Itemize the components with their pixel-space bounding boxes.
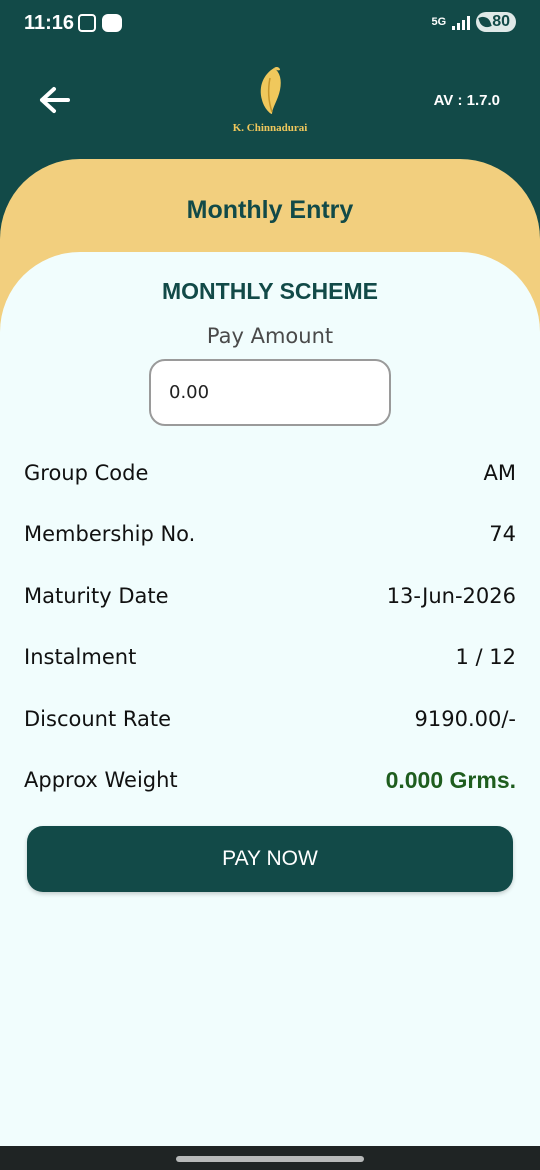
approx-weight-value: 0.000 Grms. [385, 766, 516, 793]
app-version: AV : 1.7.0 [433, 92, 500, 109]
pay-now-button[interactable]: PAY NOW [27, 826, 513, 892]
battery-indicator: 80 [476, 12, 516, 32]
brand-logo: K. Chinnadurai [220, 64, 320, 139]
detail-row-membership-no: Membership No. 74 [24, 518, 516, 550]
detail-label: Group Code [24, 461, 149, 485]
pay-amount-input[interactable] [149, 359, 391, 426]
scheme-title: MONTHLY SCHEME [162, 278, 378, 304]
detail-value: 74 [489, 522, 516, 546]
detail-label: Discount Rate [24, 707, 172, 731]
home-gesture-handle[interactable] [176, 1156, 364, 1162]
detail-value: 9190.00/- [414, 707, 517, 731]
signal-icon [452, 14, 471, 30]
detail-value: AM [483, 461, 516, 485]
page-title: Monthly Entry [186, 196, 354, 224]
logo-text: K. Chinnadurai [232, 122, 308, 134]
network-type: 5G [431, 16, 447, 28]
detail-label: Instalment [24, 645, 137, 669]
screenshot-icon [78, 14, 96, 32]
status-time: 11:16 [24, 12, 75, 34]
detail-row-group-code: Group Code AM [24, 457, 516, 489]
pay-amount-label: Pay Amount [206, 324, 334, 348]
status-right: 5G 80 [432, 12, 516, 32]
detail-value: 1 / 12 [455, 645, 516, 669]
back-button[interactable] [36, 84, 72, 116]
battery-saver-icon [478, 14, 492, 30]
back-arrow-icon [40, 87, 70, 113]
app-notification-icon [102, 14, 122, 32]
detail-row-discount-rate: Discount Rate 9190.00/- [24, 703, 516, 735]
battery-level: 80 [492, 13, 510, 30]
peacock-feather-icon [260, 66, 281, 114]
detail-label: Membership No. [24, 522, 196, 546]
detail-row-maturity-date: Maturity Date 13-Jun-2026 [24, 580, 516, 612]
detail-label: Maturity Date [24, 584, 169, 608]
detail-value: 13-Jun-2026 [386, 584, 516, 608]
detail-row-instalment: Instalment 1 / 12 [24, 641, 516, 673]
notification-icons [78, 14, 122, 32]
detail-row-approx-weight: Approx Weight 0.000 Grms. [24, 764, 516, 796]
detail-label: Approx Weight [24, 768, 178, 792]
